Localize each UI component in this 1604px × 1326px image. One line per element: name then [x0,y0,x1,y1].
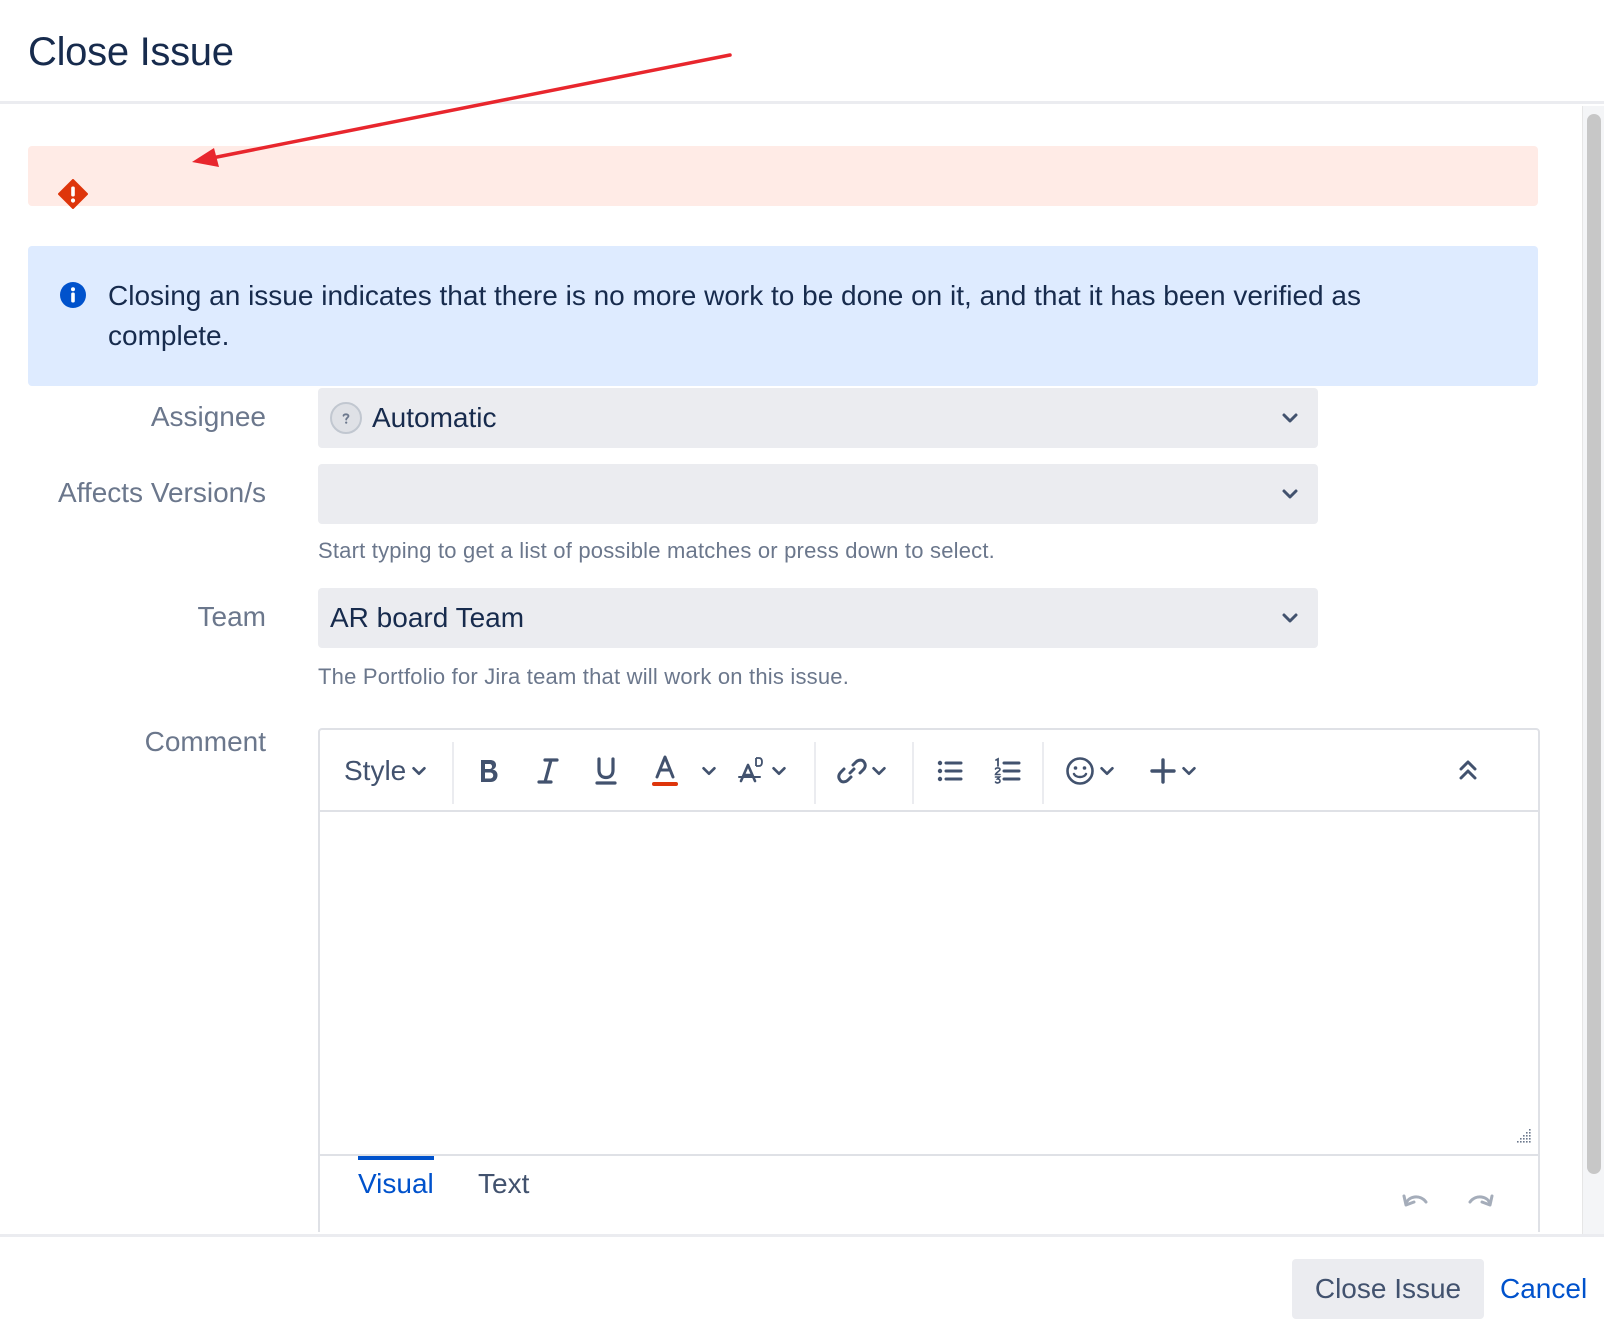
chevron-down-icon [1282,613,1298,623]
tab-visual[interactable]: Visual [358,1156,434,1200]
assignee-value: Automatic [372,402,497,433]
toolbar-divider [912,742,914,804]
bullet-list-button[interactable] [935,752,965,790]
info-banner: Closing an issue indicates that there is… [28,246,1538,386]
underline-button[interactable] [592,752,620,790]
emoji-button[interactable] [1064,752,1116,790]
error-banner [28,146,1538,209]
emoji-icon [1066,757,1094,785]
bold-button[interactable] [475,752,503,790]
style-label: Style [344,755,407,786]
link-button[interactable] [836,752,888,790]
close-issue-button[interactable]: Close Issue [1292,1259,1484,1319]
chevron-down-icon [1282,489,1298,499]
info-text: Closing an issue indicates that there is… [108,280,1361,351]
assignee-label: Assignee [150,401,266,432]
dialog-content: Closing an issue indicates that there is… [0,104,1582,1232]
dialog-title: Close Issue [28,30,234,74]
editor-mode-tabs: Visual Text [320,1154,1538,1232]
link-icon [837,758,867,784]
chevron-down-icon [1100,766,1114,776]
chevron-down-icon [1182,766,1196,776]
team-help: The Portfolio for Jira team that will wo… [318,664,850,689]
info-icon [60,282,86,308]
text-effects-icon [738,757,763,783]
numbered-list-icon [994,757,1021,784]
team-value: AR board Team [330,602,525,633]
team-label: Team [197,601,266,632]
text-color-icon [652,755,678,786]
style-dropdown[interactable]: Style [344,752,428,790]
cancel-link[interactable]: Cancel [1500,1273,1587,1305]
numbered-list-button[interactable] [993,752,1023,790]
unknown-user-icon [342,413,350,424]
affects-version-help: Start typing to get a list of possible m… [318,538,995,563]
team-select[interactable]: AR board Team [318,588,1318,648]
chevron-down-icon [872,766,886,776]
collapse-toolbar-button[interactable] [1456,752,1480,790]
chevron-down-icon [772,766,786,776]
undo-redo-icons [1402,1194,1494,1207]
italic-button[interactable] [534,752,562,790]
comment-label: Comment [144,726,266,757]
chevron-down-icon [702,766,716,776]
scrollbar[interactable] [1582,106,1604,1234]
comment-textarea[interactable] [320,812,1538,1152]
avatar [330,402,362,434]
clear-formatting-button[interactable] [736,752,788,790]
toolbar-divider [814,742,816,804]
editor-toolbar: Style [320,730,1538,812]
underline-icon [595,757,617,785]
undo-icon[interactable] [1402,1194,1428,1207]
affects-version-label: Affects Version/s [57,477,266,508]
plus-icon [1150,758,1176,784]
toolbar-divider [1042,742,1044,804]
scrollbar-thumb[interactable] [1587,114,1601,1174]
dialog-footer: Close Issue Cancel [0,1234,1604,1326]
insert-more-button[interactable] [1148,752,1198,790]
text-color-button[interactable] [650,752,680,790]
error-icon [58,179,88,209]
chevron-down-icon [412,766,426,776]
comment-editor: Style Visual Text [318,728,1540,1232]
bold-icon [481,760,498,782]
assignee-select[interactable]: Automatic [318,388,1318,448]
affects-version-select[interactable] [318,464,1318,524]
dialog-header: Close Issue [0,0,1604,104]
redo-icon[interactable] [1468,1194,1494,1207]
resize-handle-icon[interactable] [1514,1126,1532,1144]
double-chevron-up-icon [1459,760,1477,780]
text-color-dropdown[interactable] [700,752,718,790]
tab-text[interactable]: Text [478,1160,529,1200]
chevron-down-icon [1282,413,1298,423]
italic-icon [537,758,559,784]
toolbar-divider [452,742,454,804]
bullet-list-icon [937,760,963,782]
